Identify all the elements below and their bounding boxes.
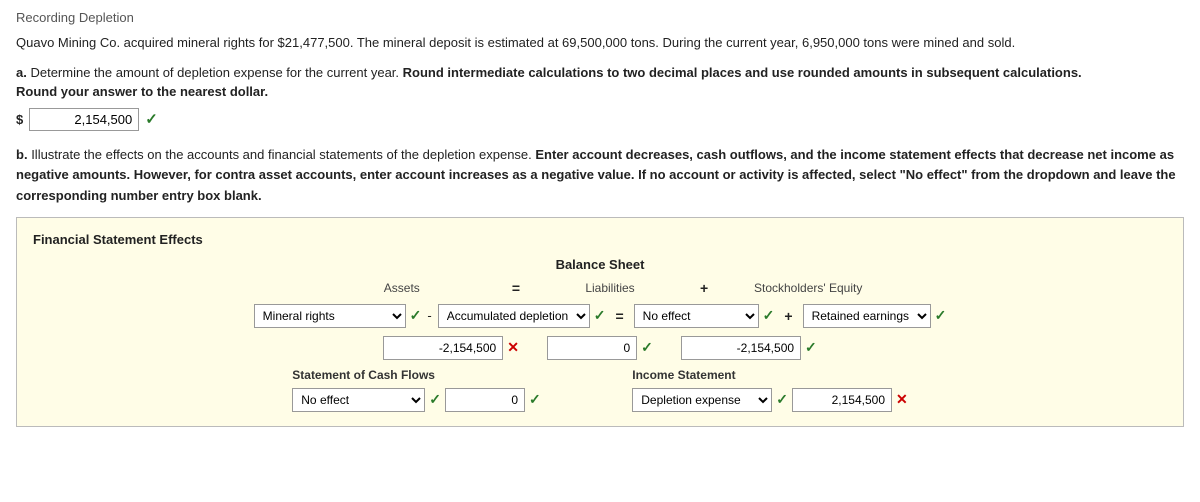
asset-input[interactable]: [383, 336, 503, 360]
equity-label: Stockholders' Equity: [718, 281, 898, 295]
equals-sign2: =: [615, 308, 623, 324]
asset1-select[interactable]: Mineral rights Accumulated depletion No …: [254, 304, 406, 328]
income-x-icon: ✕: [896, 391, 908, 408]
cash-flow-label: Statement of Cash Flows: [292, 368, 435, 382]
cash-flow-check: ✓: [429, 391, 441, 408]
equity-input-check: ✓: [805, 339, 817, 356]
plus-sign: +: [700, 280, 708, 296]
equity-input-group: ✓: [681, 336, 817, 360]
cash-flow-section: Statement of Cash Flows No effect Operat…: [292, 368, 552, 412]
cash-flow-input[interactable]: [445, 388, 525, 412]
asset-x-icon: ✕: [507, 339, 519, 356]
intro-text: Quavo Mining Co. acquired mineral rights…: [16, 33, 1184, 53]
cash-flow-field-row: No effect Operating activities Investing…: [292, 388, 540, 412]
cash-flow-input-check: ✓: [529, 391, 541, 408]
liability-check: ✓: [763, 307, 775, 324]
asset2-check: ✓: [594, 307, 606, 324]
income-check: ✓: [776, 391, 788, 408]
lower-row: Statement of Cash Flows No effect Operat…: [33, 368, 1167, 412]
liability-input-group: ✓: [547, 336, 653, 360]
plus-sign2: +: [784, 308, 792, 324]
income-section: Income Statement Depletion expense No ef…: [632, 368, 907, 412]
equity-check: ✓: [935, 307, 947, 324]
part-a-section: a. Determine the amount of depletion exp…: [16, 63, 1184, 131]
equity-dropdown-group: Retained earnings No effect ✓: [803, 304, 947, 328]
equity-input[interactable]: [681, 336, 801, 360]
bs-dropdown-row: Mineral rights Accumulated depletion No …: [33, 304, 1167, 328]
bs-input-row: ✕ = ✓ + ✓: [33, 336, 1167, 360]
asset2-select[interactable]: Accumulated depletion Mineral rights No …: [438, 304, 590, 328]
income-field-row: Depletion expense No effect ✓ ✕: [632, 388, 907, 412]
balance-sheet-header: Balance Sheet: [33, 257, 1167, 272]
liability-input-check: ✓: [641, 339, 653, 356]
answer-input[interactable]: [29, 108, 139, 131]
income-input[interactable]: [792, 388, 892, 412]
asset-input-group: ✕: [383, 336, 519, 360]
liability-dropdown-group: No effect Accounts payable ✓: [634, 304, 775, 328]
round-instruction: Round your answer to the nearest dollar.: [16, 84, 268, 99]
asset1-check: ✓: [410, 307, 422, 324]
liabilities-label: Liabilities: [530, 281, 690, 295]
equity-select[interactable]: Retained earnings No effect: [803, 304, 931, 328]
income-label: Income Statement: [632, 368, 735, 382]
page-title: Recording Depletion: [16, 10, 1184, 25]
asset-dropdown-group: Mineral rights Accumulated depletion No …: [254, 304, 606, 328]
minus-label: -: [427, 308, 431, 323]
liability-input[interactable]: [547, 336, 637, 360]
fse-title: Financial Statement Effects: [33, 232, 1167, 247]
answer-row: $ ✓: [16, 108, 1184, 131]
answer-check-icon: ✓: [145, 110, 158, 128]
part-b-section: b. Illustrate the effects on the account…: [16, 145, 1184, 427]
part-a-instruction: a. Determine the amount of depletion exp…: [16, 63, 1184, 102]
fse-container: Financial Statement Effects Balance Shee…: [16, 217, 1184, 427]
equals-sign: =: [512, 280, 520, 296]
assets-label: Assets: [302, 281, 502, 295]
bs-labels-row: Assets = Liabilities + Stockholders' Equ…: [33, 280, 1167, 296]
part-b-instruction: b. Illustrate the effects on the account…: [16, 145, 1184, 207]
income-select[interactable]: Depletion expense No effect: [632, 388, 772, 412]
cash-flow-select[interactable]: No effect Operating activities Investing…: [292, 388, 425, 412]
dollar-sign: $: [16, 112, 23, 127]
liability-select[interactable]: No effect Accounts payable: [634, 304, 759, 328]
